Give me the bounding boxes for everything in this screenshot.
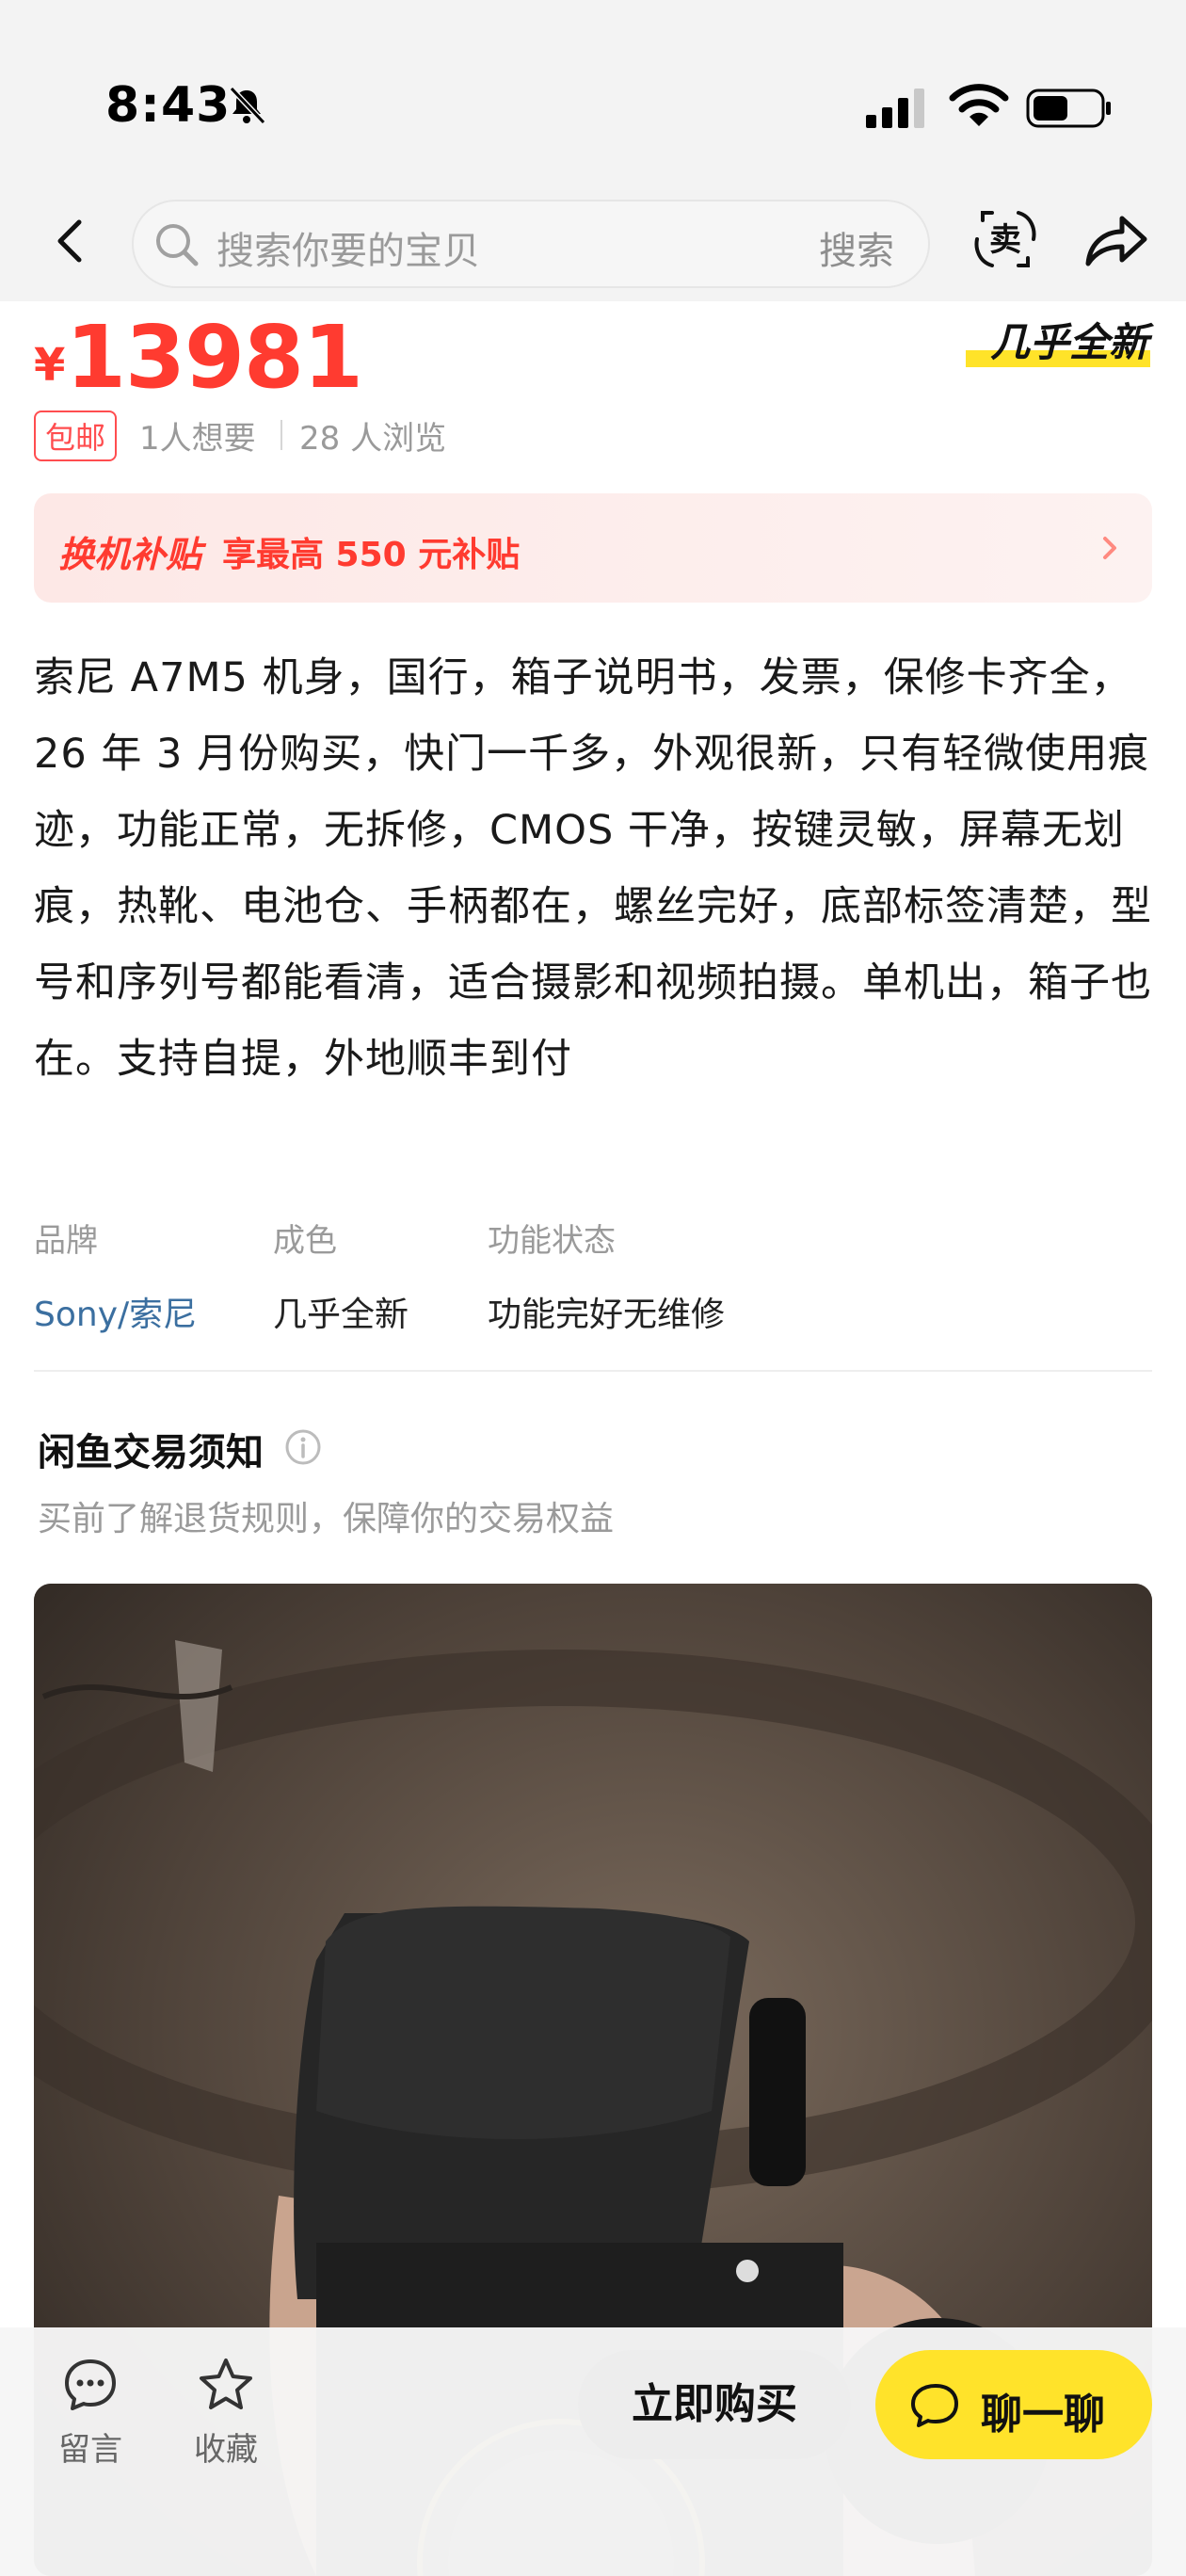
attribute-condition: 成色 几乎全新 <box>273 1215 409 1336</box>
search-icon <box>156 224 199 266</box>
share-icon[interactable] <box>1081 205 1150 271</box>
attribute-label: 成色 <box>273 1222 337 1260</box>
product-page: 8:43 搜索你要的宝贝 搜索 卖 ¥ 13981 几乎全新 包邮 1人想要 2… <box>0 0 1186 2576</box>
product-description: 索尼 A7M5 机身，国行，箱子说明书，发票，保修卡齐全，26 年 3 月份购买… <box>34 654 1152 1083</box>
cellular-signal-icon <box>866 89 924 128</box>
battery-icon <box>1026 89 1111 128</box>
attribute-label: 品牌 <box>34 1222 98 1260</box>
top-nav-bar: 搜索你要的宝贝 搜索 卖 <box>0 188 1186 301</box>
views-count: 28 人浏览 <box>299 420 447 458</box>
price: 13981 <box>66 307 363 408</box>
wifi-icon <box>949 84 1009 126</box>
comment-button[interactable]: 留言 <box>34 2356 147 2470</box>
search-input[interactable]: 搜索你要的宝贝 <box>216 220 480 275</box>
bell-off-icon <box>229 86 266 125</box>
comment-icon <box>65 2359 116 2410</box>
sell-icon[interactable]: 卖 <box>970 203 1041 275</box>
favorite-button[interactable]: 收藏 <box>169 2356 282 2470</box>
comment-label: 留言 <box>58 2431 122 2469</box>
section-divider <box>34 1370 1152 1372</box>
status-time: 8:43 <box>105 77 232 134</box>
trade-notice-subtitle: 买前了解退货规则，保障你的交易权益 <box>38 1500 615 1538</box>
status-bar: 8:43 <box>0 0 1186 198</box>
chat-label: 聊一聊 <box>981 2391 1105 2439</box>
buy-now-button[interactable]: 立即购买 <box>578 2350 851 2459</box>
chevron-right-icon <box>1103 537 1116 559</box>
info-icon[interactable] <box>284 1428 322 1466</box>
back-arrow-icon[interactable] <box>47 213 94 269</box>
chat-button[interactable]: 聊一聊 <box>875 2350 1152 2459</box>
attribute-label: 功能状态 <box>488 1222 616 1260</box>
free-shipping-badge: 包邮 <box>34 411 118 461</box>
attribute-function: 功能状态 功能完好无维修 <box>488 1215 725 1336</box>
condition-label: 几乎全新 <box>989 319 1148 365</box>
attribute-value: 几乎全新 <box>273 1296 409 1334</box>
star-icon <box>200 2359 252 2409</box>
sell-icon-label: 卖 <box>989 221 1021 259</box>
subsidy-tag: 换机补贴 <box>58 534 202 575</box>
attribute-value-link[interactable]: Sony/索尼 <box>34 1287 197 1336</box>
chat-icon <box>911 2384 958 2427</box>
search-button[interactable]: 搜索 <box>819 220 894 275</box>
favorite-label: 收藏 <box>194 2431 258 2469</box>
trade-notice-title[interactable]: 闲鱼交易须知 <box>38 1422 264 1476</box>
trade-in-subsidy-banner[interactable]: 换机补贴 享最高 550 元补贴 <box>34 493 1152 603</box>
bottom-action-bar: 留言 收藏 立即购买 聊一聊 <box>0 2327 1186 2576</box>
wants-count: 1人想要 <box>139 420 256 458</box>
stat-divider <box>280 420 282 450</box>
attribute-brand: 品牌 Sony/索尼 <box>34 1215 197 1336</box>
currency-symbol: ¥ <box>34 339 66 392</box>
attribute-value: 功能完好无维修 <box>488 1296 726 1334</box>
search-box[interactable]: 搜索你要的宝贝 搜索 <box>132 200 930 288</box>
subsidy-text: 享最高 550 元补贴 <box>222 536 521 574</box>
